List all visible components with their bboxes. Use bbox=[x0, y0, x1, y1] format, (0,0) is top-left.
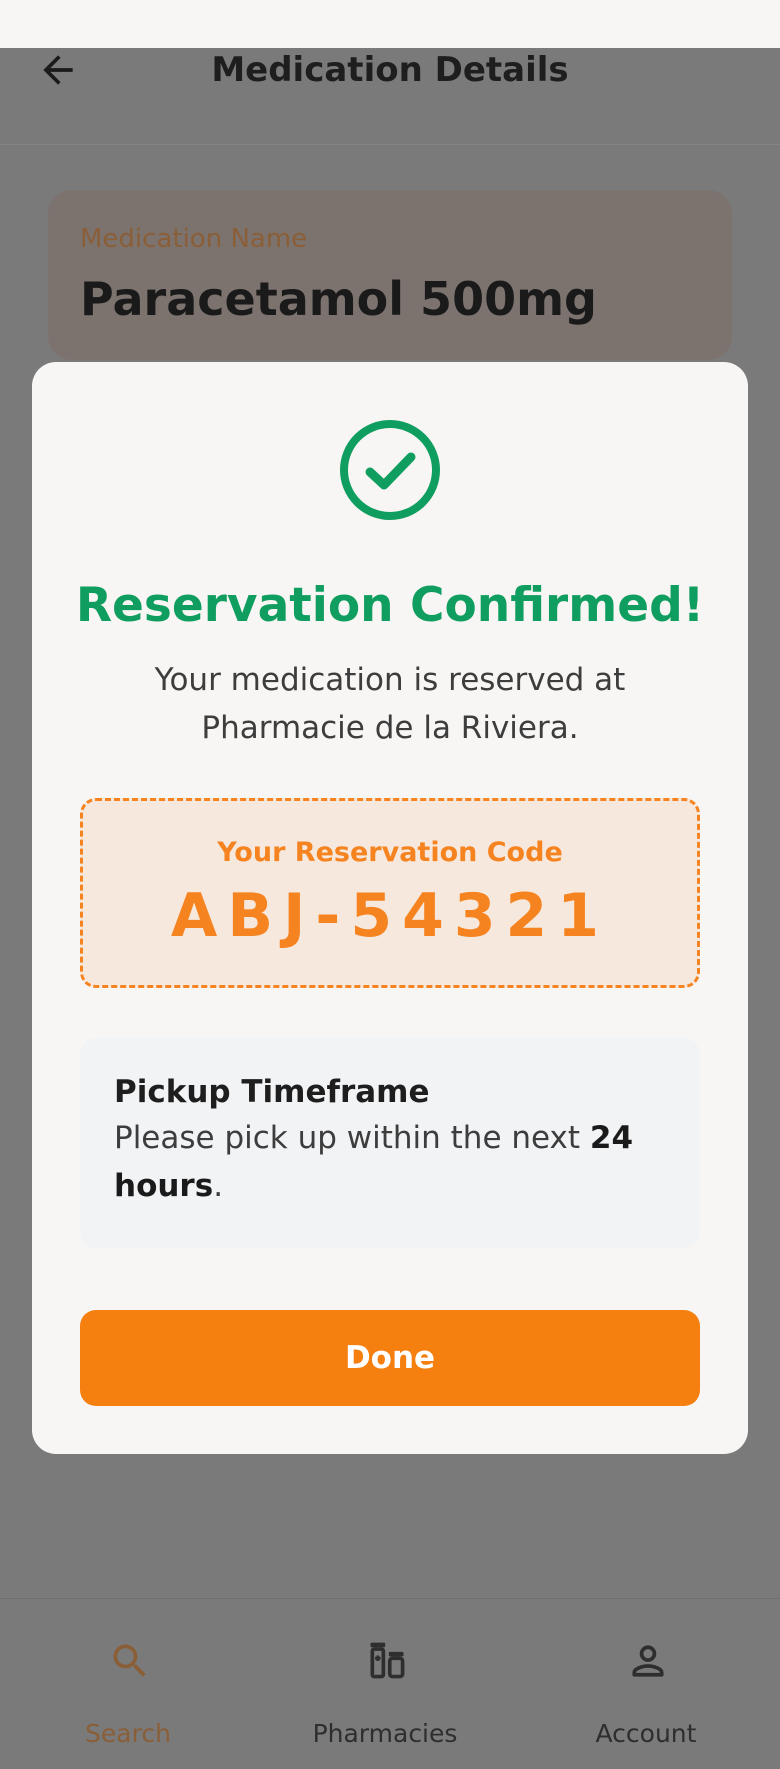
done-button[interactable]: Done bbox=[80, 1310, 700, 1406]
pickup-timeframe-title: Pickup Timeframe bbox=[114, 1074, 430, 1110]
nav-item-account[interactable]: Account bbox=[536, 1599, 756, 1769]
reservation-confirmed-dialog: Reservation Confirmed! Your medication i… bbox=[32, 362, 748, 1454]
dialog-title: Reservation Confirmed! bbox=[75, 578, 705, 633]
nav-item-pharmacies[interactable]: Pharmacies bbox=[275, 1599, 495, 1769]
medication-name: Paracetamol 500mg bbox=[80, 272, 597, 326]
pickup-timeframe-text: Please pick up within the next 24 hours. bbox=[114, 1114, 674, 1210]
person-icon bbox=[632, 1645, 664, 1677]
medication-icon bbox=[370, 1642, 405, 1679]
pickup-timeframe-box: Pickup Timeframe Please pick up within t… bbox=[80, 1038, 700, 1248]
status-bar bbox=[0, 0, 780, 48]
medication-card: Medication Name Paracetamol 500mg bbox=[48, 190, 732, 360]
app-header: Medication Details bbox=[0, 48, 780, 145]
medication-name-label: Medication Name bbox=[80, 224, 308, 254]
page-title: Medication Details bbox=[211, 50, 569, 90]
check-circle-icon bbox=[340, 420, 440, 520]
nav-item-search[interactable]: Search bbox=[18, 1599, 238, 1769]
dialog-message: Your medication is reserved at Pharmacie… bbox=[154, 662, 626, 746]
bottom-nav: Search Pharmacies Account bbox=[0, 1598, 780, 1769]
nav-label-search: Search bbox=[85, 1719, 171, 1748]
nav-label-pharmacies: Pharmacies bbox=[312, 1719, 458, 1748]
pickup-text-suffix: . bbox=[213, 1168, 224, 1204]
nav-label-account: Account bbox=[595, 1719, 697, 1748]
search-icon bbox=[113, 1644, 146, 1677]
reservation-code-label: Your Reservation Code bbox=[217, 837, 563, 868]
reservation-code: ABJ-54321 bbox=[170, 881, 610, 951]
pickup-text-prefix: Please pick up within the next bbox=[114, 1120, 590, 1156]
reservation-code-box: Your Reservation Code ABJ-54321 bbox=[80, 798, 700, 988]
